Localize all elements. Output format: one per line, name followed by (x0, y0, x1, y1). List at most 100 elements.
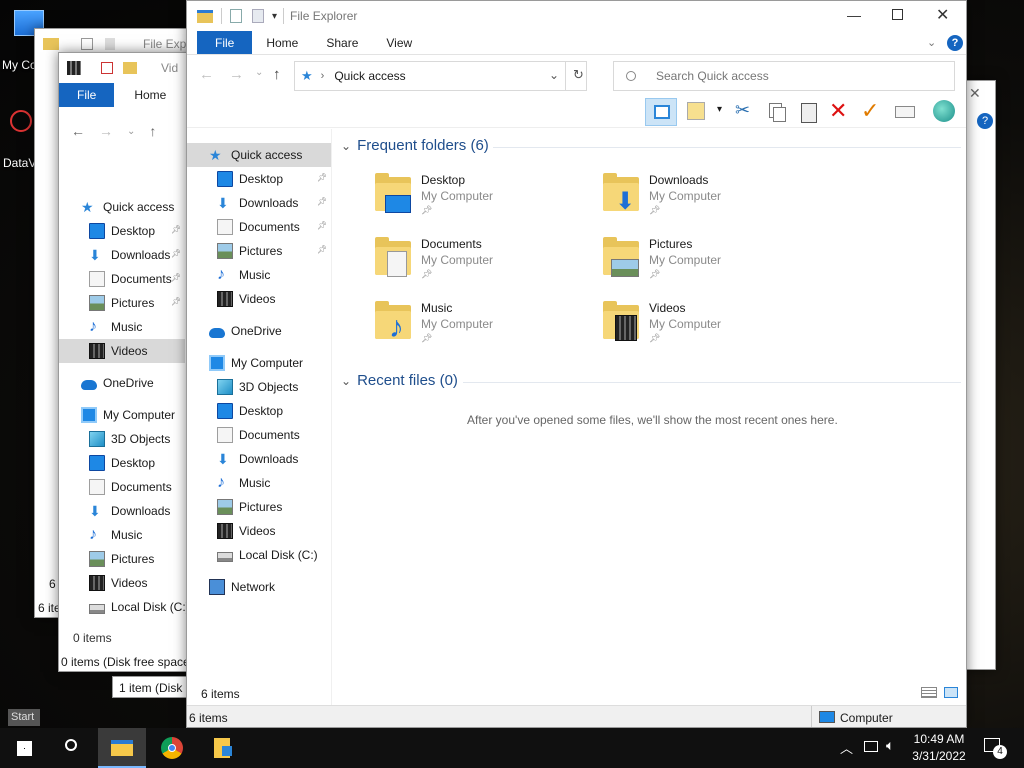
sidebar-item-pictures[interactable]: Pictures 📌︎ (59, 291, 185, 315)
sidebar-item-documents[interactable]: Documents (187, 423, 331, 447)
forward-arrow-icon[interactable]: → (229, 66, 244, 83)
delete-icon[interactable]: ✕ (829, 98, 853, 123)
taskbar-chrome[interactable] (148, 728, 196, 768)
chevron-down-icon[interactable]: ⌄ (927, 36, 936, 49)
cut-icon[interactable]: ✂ (735, 100, 759, 124)
folder-tile-videos[interactable]: Videos My Computer 📌︎ (603, 301, 813, 361)
chevron-down-icon[interactable]: ⌄ (549, 68, 559, 82)
up-arrow-icon[interactable]: ↑ (273, 66, 281, 83)
sidebar-item-videos[interactable]: Videos (59, 571, 185, 595)
tab-share[interactable]: Share (312, 31, 372, 54)
sidebar-item-my-computer[interactable]: My Computer (59, 403, 185, 427)
taskbar-file-explorer[interactable] (98, 728, 146, 768)
sidebar-item-label: Pictures (111, 296, 155, 310)
new-folder-icon[interactable] (252, 9, 264, 23)
pin-icon: 📌︎ (317, 197, 328, 206)
sidebar-item-local-disk-c[interactable]: Local Disk (C:) (187, 543, 331, 567)
sidebar-item-3d-objects[interactable]: 3D Objects (59, 427, 185, 451)
sidebar-item-downloads[interactable]: ⬇ Downloads 📌︎ (59, 243, 185, 267)
sidebar-item-desktop[interactable]: Desktop 📌︎ (187, 167, 331, 191)
sidebar-item-local-disk-c[interactable]: Local Disk (C:) (59, 595, 190, 619)
mid-window[interactable]: Vid File Home ← → ⌄ ↑ ★ Quick access Deskt… (58, 52, 198, 672)
up-arrow-icon[interactable]: ↑ (149, 123, 156, 139)
back-arrow-icon[interactable]: ← (71, 123, 85, 139)
close-icon[interactable]: ✕ (969, 85, 981, 102)
refresh-icon[interactable]: ↻ (573, 67, 584, 83)
ribbon-tabs: File Home (59, 83, 197, 107)
network-icon[interactable] (864, 741, 878, 752)
search-box[interactable]: Search Quick access (613, 61, 955, 91)
sidebar-item-videos[interactable]: Videos (59, 339, 185, 363)
close-button[interactable]: ✕ (936, 5, 949, 25)
sidebar-item-quick-access[interactable]: ★ Quick access (187, 143, 331, 167)
frequent-folders-header[interactable]: ⌄ Frequent folders (6) (341, 137, 489, 154)
notifications-button[interactable]: 4 (980, 736, 1007, 760)
recent-files-header[interactable]: ⌄ Recent files (0) (341, 372, 458, 389)
chevron-down-icon[interactable]: ⌄ (127, 126, 135, 137)
tab-view[interactable]: View (372, 31, 426, 54)
sidebar-item-downloads[interactable]: ⬇ Downloads (187, 447, 331, 471)
sidebar-item-documents[interactable]: Documents 📌︎ (187, 215, 331, 239)
folder-tile-downloads[interactable]: ⬇ Downloads My Computer 📌︎ (603, 173, 813, 233)
help-icon[interactable]: ? (977, 113, 993, 129)
sidebar-item-my-computer[interactable]: My Computer (187, 351, 331, 375)
address-bar[interactable]: ★ › Quick access ⌄ ↻ (294, 61, 587, 91)
chevron-up-icon[interactable]: ︿ (840, 738, 853, 757)
chevron-down-icon[interactable]: ▾ (272, 11, 277, 22)
folder-name: Downloads (649, 173, 709, 187)
back-arrow-icon[interactable]: ← (199, 66, 214, 83)
main-window[interactable]: ▾ File Explorer — ✕ File Home Share View… (186, 0, 967, 728)
search-button[interactable] (48, 728, 96, 768)
sidebar-item-documents[interactable]: Documents 📌︎ (59, 267, 185, 291)
preview-pane-icon[interactable] (645, 98, 677, 126)
sidebar-item-downloads[interactable]: ⬇ Downloads (59, 499, 185, 523)
help-icon[interactable]: ? (947, 35, 963, 51)
folder-tile-desktop[interactable]: Desktop My Computer 📌︎ (375, 173, 585, 233)
folder-tile-music[interactable]: ♪ Music My Computer 📌︎ (375, 301, 585, 361)
sidebar-item-pictures[interactable]: Pictures 📌︎ (187, 239, 331, 263)
notification-count: 4 (993, 745, 1007, 759)
sidebar-item-quick-access[interactable]: ★ Quick access (59, 195, 185, 219)
sidebar-item-music[interactable]: ♪ Music (59, 523, 185, 547)
sidebar-item-pictures[interactable]: Pictures (187, 495, 331, 519)
sidebar-item-desktop[interactable]: Desktop 📌︎ (59, 219, 185, 243)
chevron-down-icon[interactable]: ▾ (717, 104, 722, 115)
sidebar-item-3d-objects[interactable]: 3D Objects (187, 375, 331, 399)
sidebar-item-desktop[interactable]: Desktop (187, 399, 331, 423)
properties-icon[interactable] (893, 100, 917, 124)
paste-icon[interactable] (797, 100, 821, 124)
minimize-button[interactable]: — (847, 7, 861, 23)
maximize-button[interactable] (892, 9, 903, 20)
start-button[interactable] (0, 728, 48, 768)
sidebar-item-documents[interactable]: Documents (59, 475, 185, 499)
sidebar-item-desktop[interactable]: Desktop (59, 451, 185, 475)
tab-file[interactable]: File (59, 83, 115, 107)
shell-icon[interactable] (933, 100, 957, 124)
folder-tile-pictures[interactable]: Pictures My Computer 📌︎ (603, 237, 813, 297)
rename-icon[interactable]: ✓ (861, 98, 885, 123)
volume-icon[interactable]: 🔈︎ (886, 737, 894, 754)
large-icons-view-icon[interactable] (944, 687, 958, 698)
sidebar-item-music[interactable]: ♪ Music (187, 263, 331, 287)
sidebar-item-pictures[interactable]: Pictures (59, 547, 185, 571)
sidebar-item-music[interactable]: ♪ Music (187, 471, 331, 495)
sidebar-item-downloads[interactable]: ⬇ Downloads 📌︎ (187, 191, 331, 215)
tab-file[interactable]: File (197, 31, 253, 54)
sidebar-item-onedrive[interactable]: OneDrive (59, 371, 185, 395)
clock[interactable]: 10:49 AM 3/31/2022 (906, 731, 972, 765)
layout-options-icon[interactable] (685, 100, 709, 124)
forward-arrow-icon[interactable]: → (99, 123, 113, 139)
folder-tile-documents[interactable]: Documents My Computer 📌︎ (375, 237, 585, 297)
copy-icon[interactable] (765, 100, 789, 124)
tab-home[interactable]: Home (114, 83, 180, 107)
sidebar-item-onedrive[interactable]: OneDrive (187, 319, 331, 343)
properties-icon[interactable] (230, 9, 242, 23)
taskbar-app[interactable] (198, 728, 246, 768)
chevron-down-icon[interactable]: ⌄ (255, 67, 263, 78)
sidebar-item-music[interactable]: ♪ Music (59, 315, 185, 339)
details-view-icon[interactable] (921, 687, 937, 698)
sidebar-item-videos[interactable]: Videos (187, 519, 331, 543)
sidebar-item-network[interactable]: Network (187, 575, 331, 599)
tab-home[interactable]: Home (252, 31, 312, 54)
sidebar-item-videos[interactable]: Videos (187, 287, 331, 311)
